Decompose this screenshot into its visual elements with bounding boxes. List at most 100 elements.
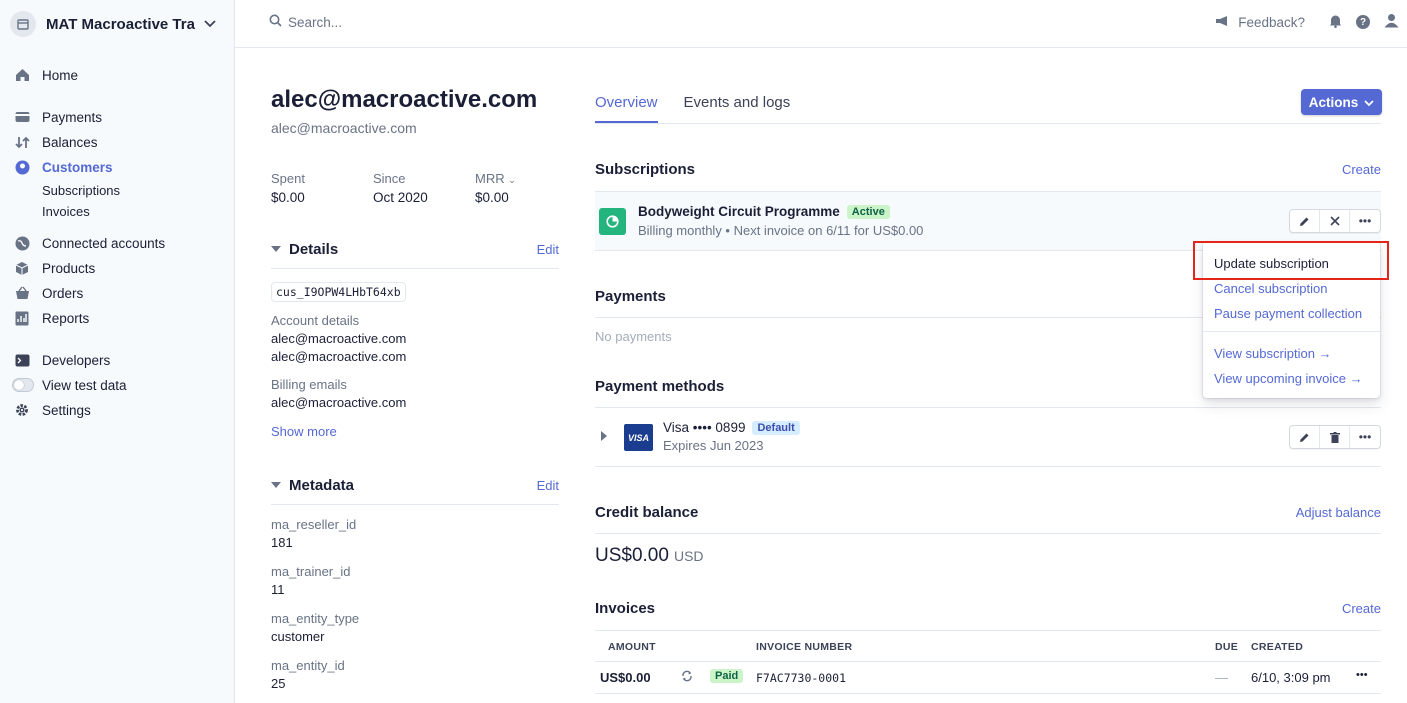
feedback-button[interactable]: Feedback?: [1215, 15, 1305, 30]
column-header-amount: AMOUNT: [608, 641, 656, 653]
menu-item-view-upcoming-invoice[interactable]: View upcoming invoice →: [1214, 371, 1363, 386]
metadata-section-header[interactable]: Metadata Edit: [271, 474, 559, 496]
table-row[interactable]: US$0.00 Paid F7AC7730-0001 — 6/10, 3:09 …: [595, 662, 1381, 694]
stat-spent: Spent $0.00: [271, 171, 305, 205]
billing-emails: Billing emails alec@macroactive.com: [271, 377, 406, 410]
subscription-button-group: •••: [1289, 209, 1381, 233]
more-options-icon[interactable]: •••: [1350, 426, 1380, 448]
stat-value: $0.00: [271, 190, 305, 205]
metadata-edit-link[interactable]: Edit: [537, 478, 559, 493]
sidebar-subitem-subscriptions[interactable]: Subscriptions: [42, 183, 120, 198]
credit-balance-amount: US$0.00: [595, 545, 669, 566]
expand-caret-icon[interactable]: [601, 431, 607, 441]
payments-title: Payments: [595, 288, 666, 305]
invoices-table-header: AMOUNT INVOICE NUMBER DUE CREATED: [595, 630, 1381, 662]
search-input[interactable]: Search...: [269, 14, 342, 30]
collapse-triangle-icon: [271, 246, 281, 252]
more-options-icon[interactable]: •••: [1350, 210, 1380, 232]
billing-emails-label: Billing emails: [271, 377, 347, 392]
tab-events-and-logs[interactable]: Events and logs: [684, 94, 791, 123]
test-data-toggle: [12, 377, 34, 393]
metadata-item: ma_reseller_id 181: [271, 517, 356, 550]
top-bar: Search... Feedback? ?: [235, 0, 1407, 48]
home-icon: [14, 67, 30, 83]
adjust-balance-link[interactable]: Adjust balance: [1296, 505, 1381, 520]
reports-icon: [14, 310, 30, 326]
more-options-icon[interactable]: •••: [1356, 669, 1368, 681]
details-section-header[interactable]: Details Edit: [271, 238, 559, 260]
globe-icon: [14, 235, 30, 251]
sidebar-item-reports[interactable]: Reports: [14, 308, 89, 328]
invoice-number: F7AC7730-0001: [756, 671, 847, 685]
bell-icon[interactable]: [1329, 14, 1342, 31]
actions-button[interactable]: Actions: [1301, 89, 1382, 115]
divider: [595, 466, 1381, 467]
billing-emails-value: alec@macroactive.com: [271, 395, 407, 410]
metadata-value: 25: [271, 676, 286, 691]
metadata-item: ma_trainer_id 11: [271, 564, 351, 597]
credit-balance-header: Credit balance Adjust balance: [595, 504, 1381, 521]
status-badge: Active: [846, 204, 890, 219]
edit-pencil-icon[interactable]: [1290, 210, 1320, 232]
subscription-meta: Billing monthly • Next invoice on 6/11 f…: [638, 223, 924, 238]
payment-method-row[interactable]: VISA Visa •••• 0899 Default Expires Jun …: [595, 408, 1381, 466]
sidebar-item-payments[interactable]: Payments: [14, 107, 102, 127]
sidebar-item-products[interactable]: Products: [14, 258, 95, 278]
sidebar-item-developers[interactable]: Developers: [14, 350, 110, 370]
visa-card-icon: VISA: [624, 424, 653, 451]
sidebar-item-label: Customers: [42, 159, 113, 175]
search-icon: [269, 14, 282, 30]
customer-id: cus_I9OPW4LHbT64xb: [271, 282, 406, 302]
tab-bar: Overview Events and logs: [595, 94, 790, 123]
payments-icon: [14, 109, 30, 125]
sidebar-item-customers[interactable]: Customers: [14, 157, 113, 177]
sidebar-item-balances[interactable]: Balances: [14, 132, 98, 152]
details-edit-link[interactable]: Edit: [537, 242, 559, 257]
user-icon[interactable]: [1384, 13, 1399, 31]
tab-overview[interactable]: Overview: [595, 94, 658, 123]
menu-item-pause-payment-collection[interactable]: Pause payment collection: [1214, 306, 1362, 321]
subscriptions-title: Subscriptions: [595, 161, 696, 178]
stat-mrr[interactable]: MRR ⌄ $0.00: [475, 171, 516, 205]
default-badge: Default: [752, 420, 800, 435]
create-invoice-link[interactable]: Create: [1342, 601, 1381, 616]
close-icon[interactable]: [1320, 210, 1350, 232]
create-subscription-link[interactable]: Create: [1342, 162, 1381, 177]
sidebar-item-home[interactable]: Home: [14, 65, 78, 85]
menu-item-cancel-subscription[interactable]: Cancel subscription: [1214, 281, 1327, 296]
credit-balance-currency: USD: [673, 548, 704, 564]
actions-label: Actions: [1308, 94, 1359, 110]
chevron-down-icon: [204, 17, 216, 31]
no-payments-text: No payments: [595, 329, 672, 344]
account-logo-icon: [10, 11, 36, 37]
edit-pencil-icon[interactable]: [1290, 426, 1320, 448]
sidebar-item-settings[interactable]: Settings: [14, 400, 91, 420]
metadata-key: ma_reseller_id: [271, 517, 357, 532]
help-icon[interactable]: ?: [1356, 15, 1370, 29]
invoice-due: —: [1215, 670, 1228, 685]
stat-label: MRR: [475, 171, 505, 186]
metadata-value: customer: [271, 629, 325, 644]
subscription-name: Bodyweight Circuit Programme: [638, 204, 840, 219]
sidebar-item-orders[interactable]: Orders: [14, 283, 83, 303]
subscription-name-wrap: Bodyweight Circuit Programme Active: [638, 204, 890, 219]
sidebar-item-connected-accounts[interactable]: Connected accounts: [14, 233, 165, 253]
toggle-switch[interactable]: [12, 378, 34, 392]
top-right-tools: Feedback? ?: [1215, 13, 1399, 31]
sidebar-subitem-invoices[interactable]: Invoices: [42, 204, 90, 219]
sidebar-item-label: Orders: [42, 285, 84, 301]
basket-icon: [14, 285, 30, 301]
account-switcher[interactable]: MAT Macroactive Trai...: [10, 10, 225, 38]
metadata-value: 11: [271, 582, 285, 597]
sidebar-item-view-test-data[interactable]: View test data: [12, 375, 127, 395]
metadata-item: ma_entity_id 25: [271, 658, 345, 691]
column-header-invoice-number: INVOICE NUMBER: [756, 641, 853, 653]
column-header-due: DUE: [1215, 641, 1239, 653]
card-name: Visa •••• 0899: [663, 420, 746, 435]
trash-icon[interactable]: [1320, 426, 1350, 448]
show-more-link[interactable]: Show more: [271, 424, 337, 439]
sidebar-item-label: Connected accounts: [42, 235, 166, 251]
subscriptions-header: Subscriptions Create: [595, 161, 1381, 178]
credit-balance-title: Credit balance: [595, 504, 699, 521]
menu-item-view-subscription[interactable]: View subscription →: [1214, 346, 1332, 361]
